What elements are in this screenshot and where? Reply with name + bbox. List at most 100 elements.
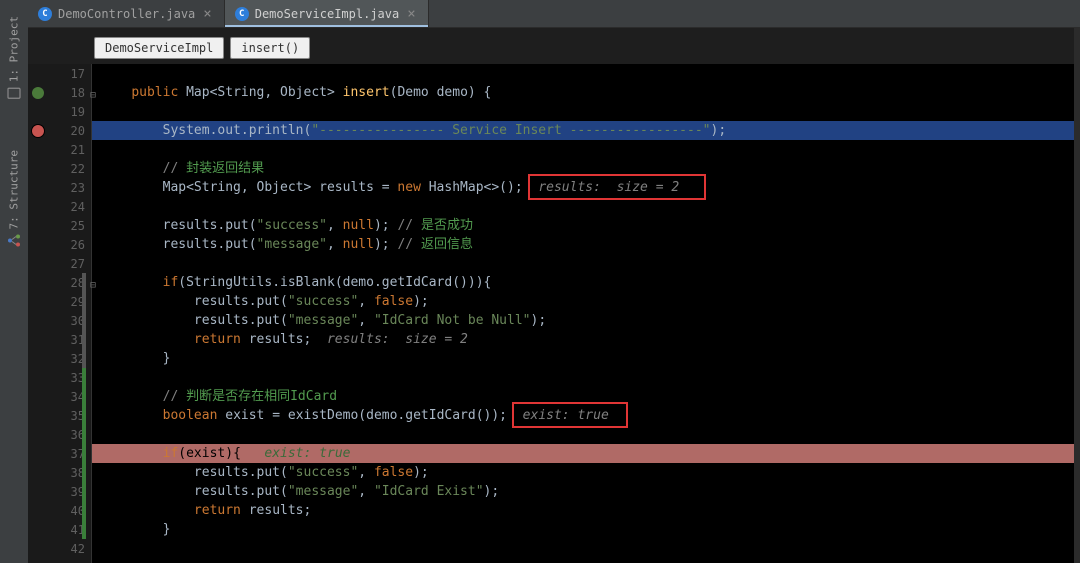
- code-line[interactable]: // 判断是否存在相同IdCard: [92, 387, 1074, 406]
- gutter-line[interactable]: 37: [28, 444, 91, 463]
- change-bar: [82, 235, 86, 254]
- gutter-line[interactable]: 22: [28, 159, 91, 178]
- code-line[interactable]: }: [92, 349, 1074, 368]
- gutter-line[interactable]: 23: [28, 178, 91, 197]
- change-bar: [82, 197, 86, 216]
- gutter-line[interactable]: 30: [28, 311, 91, 330]
- gutter-line[interactable]: 21: [28, 140, 91, 159]
- gutter-line[interactable]: 27: [28, 254, 91, 273]
- change-bar: [82, 216, 86, 235]
- change-bar: [82, 444, 86, 463]
- change-bar: [82, 311, 86, 330]
- class-icon: C: [235, 7, 249, 21]
- gutter-line[interactable]: 31: [28, 330, 91, 349]
- sidebar-tab-structure[interactable]: 7: Structure: [5, 140, 23, 257]
- gutter[interactable]: 1718192021222324252627282930313233343536…: [28, 64, 92, 563]
- gutter-line[interactable]: 17: [28, 64, 91, 83]
- code-line[interactable]: [92, 102, 1074, 121]
- structure-icon: [7, 234, 21, 248]
- code-editor[interactable]: 1718192021222324252627282930313233343536…: [28, 64, 1074, 563]
- change-bar: [82, 254, 86, 273]
- change-bar: [82, 349, 86, 368]
- gutter-line[interactable]: 28: [28, 273, 91, 292]
- change-bar: [82, 463, 86, 482]
- tab-label: DemoController.java: [58, 7, 195, 21]
- code-line[interactable]: [92, 425, 1074, 444]
- breadcrumb: DemoServiceImpl insert(): [94, 36, 310, 60]
- code-line[interactable]: [92, 197, 1074, 216]
- change-bar: [82, 83, 86, 102]
- close-icon[interactable]: ×: [405, 6, 417, 22]
- gutter-line[interactable]: 25: [28, 216, 91, 235]
- code-line[interactable]: if(exist){ exist: true: [92, 444, 1074, 463]
- code-line[interactable]: results.put("success", false);: [92, 292, 1074, 311]
- code-area[interactable]: public Map<String, Object> insert(Demo d…: [92, 64, 1074, 563]
- tool-window-sidebar: 1: Project 7: Structure: [0, 0, 28, 563]
- code-line[interactable]: boolean exist = existDemo(demo.getIdCard…: [92, 406, 1074, 425]
- gutter-line[interactable]: 20: [28, 121, 91, 140]
- code-line[interactable]: [92, 140, 1074, 159]
- code-line[interactable]: results.put("success", null); // 是否成功: [92, 216, 1074, 235]
- code-line[interactable]: return results; results: size = 2: [92, 330, 1074, 349]
- code-line[interactable]: results.put("message", "IdCard Exist");: [92, 482, 1074, 501]
- gutter-line[interactable]: 24: [28, 197, 91, 216]
- gutter-line[interactable]: 39: [28, 482, 91, 501]
- change-bar: [82, 102, 86, 121]
- code-line[interactable]: }: [92, 520, 1074, 539]
- change-bar: [82, 539, 86, 558]
- class-icon: C: [38, 7, 52, 21]
- gutter-line[interactable]: 33: [28, 368, 91, 387]
- gutter-line[interactable]: 32: [28, 349, 91, 368]
- sidebar-tab-label: 1: Project: [8, 16, 21, 82]
- editor-tabs: C DemoController.java × C DemoServiceImp…: [28, 0, 1080, 28]
- tab-label: DemoServiceImpl.java: [255, 7, 400, 21]
- editor-tab-demoserviceimpl[interactable]: C DemoServiceImpl.java ×: [225, 0, 429, 27]
- code-line[interactable]: System.out.println("---------------- Ser…: [92, 121, 1074, 140]
- code-line[interactable]: [92, 539, 1074, 558]
- code-line[interactable]: Map<String, Object> results = new HashMa…: [92, 178, 1074, 197]
- code-line[interactable]: results.put("success", false);: [92, 463, 1074, 482]
- sidebar-tab-project[interactable]: 1: Project: [5, 6, 23, 110]
- code-line[interactable]: [92, 64, 1074, 83]
- code-line[interactable]: return results;: [92, 501, 1074, 520]
- scrollbar-stripe[interactable]: [1074, 28, 1080, 563]
- sidebar-tab-label: 7: Structure: [8, 150, 21, 229]
- gutter-line[interactable]: 35: [28, 406, 91, 425]
- code-line[interactable]: if(StringUtils.isBlank(demo.getIdCard())…: [92, 273, 1074, 292]
- code-line[interactable]: [92, 254, 1074, 273]
- code-line[interactable]: public Map<String, Object> insert(Demo d…: [92, 83, 1074, 102]
- gutter-line[interactable]: 41: [28, 520, 91, 539]
- gutter-line[interactable]: 38: [28, 463, 91, 482]
- close-icon[interactable]: ×: [201, 6, 213, 22]
- change-bar: [82, 292, 86, 311]
- editor-tab-democontroller[interactable]: C DemoController.java ×: [28, 0, 225, 27]
- change-bar: [82, 406, 86, 425]
- gutter-line[interactable]: 26: [28, 235, 91, 254]
- change-bar: [82, 520, 86, 539]
- gutter-line[interactable]: 34: [28, 387, 91, 406]
- change-bar: [82, 425, 86, 444]
- change-bar: [82, 273, 86, 292]
- change-bar: [82, 121, 86, 140]
- breadcrumb-method[interactable]: insert(): [230, 37, 310, 59]
- gutter-line[interactable]: 42: [28, 539, 91, 558]
- gutter-line[interactable]: 36: [28, 425, 91, 444]
- breadcrumb-class[interactable]: DemoServiceImpl: [94, 37, 224, 59]
- gutter-line[interactable]: 18: [28, 83, 91, 102]
- breakpoint-icon[interactable]: [32, 125, 44, 137]
- code-line[interactable]: results.put("message", "IdCard Not be Nu…: [92, 311, 1074, 330]
- code-line[interactable]: [92, 368, 1074, 387]
- change-bar: [82, 159, 86, 178]
- project-icon: [7, 86, 21, 100]
- run-marker-icon[interactable]: [32, 87, 44, 99]
- gutter-line[interactable]: 29: [28, 292, 91, 311]
- change-bar: [82, 482, 86, 501]
- change-bar: [82, 501, 86, 520]
- gutter-line[interactable]: 19: [28, 102, 91, 121]
- change-bar: [82, 330, 86, 349]
- gutter-line[interactable]: 40: [28, 501, 91, 520]
- code-line[interactable]: // 封装返回结果: [92, 159, 1074, 178]
- change-bar: [82, 178, 86, 197]
- change-bar: [82, 140, 86, 159]
- code-line[interactable]: results.put("message", null); // 返回信息: [92, 235, 1074, 254]
